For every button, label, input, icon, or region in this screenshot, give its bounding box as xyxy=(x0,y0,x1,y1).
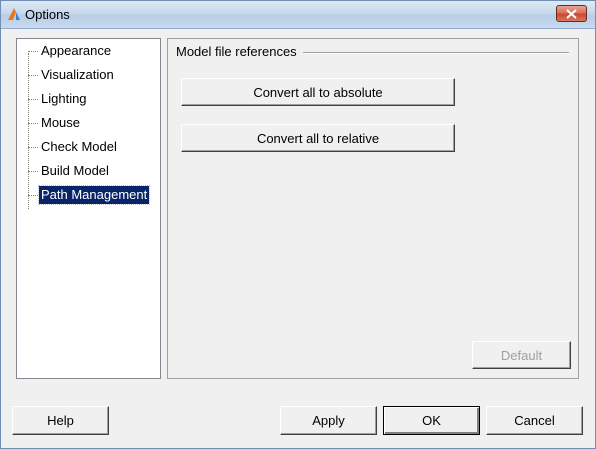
group-title: Model file references xyxy=(176,44,299,59)
convert-absolute-button[interactable]: Convert all to absolute xyxy=(181,78,455,106)
close-button[interactable] xyxy=(556,5,587,22)
close-icon xyxy=(566,9,577,19)
convert-relative-button[interactable]: Convert all to relative xyxy=(181,124,455,152)
tree-item-label: Path Management xyxy=(37,185,151,205)
tree-item-label: Appearance xyxy=(41,43,112,58)
tree-item-label: Lighting xyxy=(41,91,87,106)
tree-connector xyxy=(28,53,29,209)
app-logo-icon xyxy=(6,6,22,22)
window-title: Options xyxy=(25,7,70,22)
ok-button[interactable]: OK xyxy=(383,406,480,435)
tree-item-label: Check Model xyxy=(41,139,117,154)
default-button[interactable]: Default xyxy=(472,341,571,369)
tree-item-label: Build Model xyxy=(41,163,109,178)
tree-item-label: Visualization xyxy=(41,67,114,82)
tree-item-label: Mouse xyxy=(41,115,81,130)
options-dialog: Options Appearance Visualization Lightin… xyxy=(0,0,596,449)
group-divider xyxy=(303,52,569,54)
cancel-button[interactable]: Cancel xyxy=(486,406,583,435)
help-button[interactable]: Help xyxy=(12,406,109,435)
title-bar[interactable]: Options xyxy=(1,1,595,29)
apply-button[interactable]: Apply xyxy=(280,406,377,435)
options-tree[interactable]: Appearance Visualization Lighting Mouse … xyxy=(16,38,161,379)
